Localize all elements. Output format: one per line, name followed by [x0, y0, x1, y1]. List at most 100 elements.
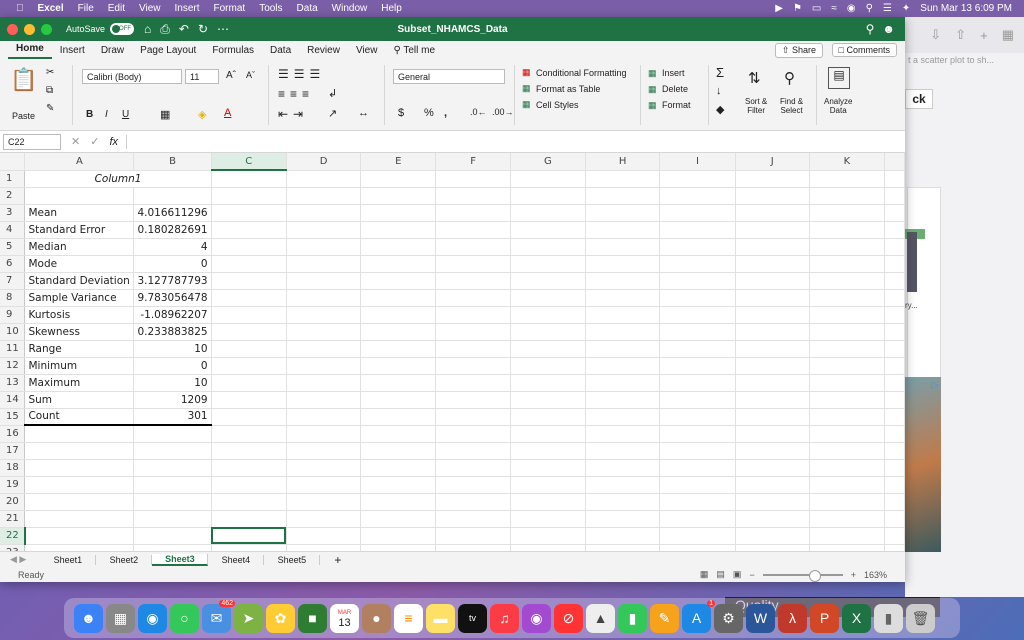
row-header[interactable]: 7	[0, 272, 26, 290]
zoom-out-icon[interactable]: −	[749, 570, 754, 580]
tab-data[interactable]: Data	[262, 45, 299, 59]
keynote-icon[interactable]: ▲	[586, 603, 615, 633]
photos-icon[interactable]: ✿	[266, 603, 295, 633]
launchpad-icon[interactable]: ▦	[106, 603, 135, 633]
find-select-button[interactable]: Find & Select	[780, 97, 803, 115]
menu-format[interactable]: Format	[214, 3, 246, 14]
fill-icon[interactable]: ↓	[716, 85, 722, 97]
row-header[interactable]: 11	[0, 340, 26, 358]
stat-value-cell[interactable]: 1209	[133, 391, 212, 409]
autosum-icon[interactable]: Σ	[716, 65, 724, 80]
more-icon[interactable]: ⋯	[217, 22, 229, 37]
underline-button[interactable]: U	[122, 109, 129, 120]
stat-label-cell[interactable]: Mean	[24, 204, 135, 222]
confirm-icon[interactable]: ✓	[90, 135, 99, 148]
flag-icon[interactable]: ⚑	[793, 3, 802, 14]
word-icon[interactable]: W	[746, 603, 775, 633]
stat-label-cell[interactable]: Minimum	[24, 357, 135, 375]
cancel-icon[interactable]: ✕	[71, 135, 80, 148]
row-header[interactable]: 10	[0, 323, 26, 341]
control-center-icon[interactable]: ☰	[883, 3, 892, 14]
tab-page-layout[interactable]: Page Layout	[132, 45, 204, 59]
row-header[interactable]: 9	[0, 306, 26, 324]
col-header-j[interactable]: J	[735, 153, 810, 171]
row-header[interactable]: 3	[0, 204, 26, 222]
stat-value-cell[interactable]: 0	[133, 357, 212, 375]
wifi-icon[interactable]: ≈	[831, 3, 837, 14]
row-header[interactable]: 20	[0, 493, 26, 511]
tv-icon[interactable]: tv	[458, 603, 487, 633]
decrease-decimal-icon[interactable]: .00→	[492, 107, 514, 117]
stat-value-cell[interactable]: 0.233883825	[133, 323, 212, 341]
wrap-text-icon[interactable]: ↲	[328, 87, 337, 100]
numbers-icon[interactable]: ▮	[618, 603, 647, 633]
stat-label-cell[interactable]: Kurtosis	[24, 306, 135, 324]
save-icon[interactable]: ⎙	[160, 22, 170, 37]
merge-icon[interactable]: ↔	[358, 107, 369, 119]
stat-value-cell[interactable]: 301	[133, 408, 212, 426]
stat-label-cell[interactable]: Maximum	[24, 374, 135, 392]
reminders-icon[interactable]: ≡	[394, 603, 423, 633]
cut-icon[interactable]: ✂	[46, 67, 54, 78]
calendar-icon[interactable]: MAR 13	[330, 603, 359, 633]
pages-icon[interactable]: ✎	[650, 603, 679, 633]
tab-home[interactable]: Home	[8, 43, 52, 59]
sheet-tab-1[interactable]: Sheet1	[40, 554, 97, 565]
decrease-font-icon[interactable]: Aˇ	[246, 70, 255, 80]
percent-icon[interactable]: %	[424, 107, 434, 119]
stat-label-cell[interactable]: Count	[24, 408, 135, 426]
italic-button[interactable]: I	[105, 109, 108, 120]
contacts-icon[interactable]: ●	[362, 603, 391, 633]
stat-value-cell[interactable]: 4.016611296	[133, 204, 212, 222]
row-header[interactable]: 1	[0, 170, 26, 188]
row-header[interactable]: 6	[0, 255, 26, 273]
row-header[interactable]: 16	[0, 425, 26, 443]
format-cells-icon[interactable]: ▦	[648, 100, 657, 111]
stat-label-cell[interactable]: Sample Variance	[24, 289, 135, 307]
sheet-tab-4[interactable]: Sheet4	[208, 554, 265, 565]
stat-value-cell[interactable]: -1.08962207	[133, 306, 212, 324]
menu-app-name[interactable]: Excel	[38, 3, 64, 14]
select-all-corner[interactable]	[0, 153, 26, 171]
autosave-toggle[interactable]: OFF	[110, 23, 135, 35]
insert-cells-icon[interactable]: ▦	[648, 68, 657, 79]
new-tab-icon[interactable]: +	[980, 28, 988, 43]
stat-value-cell[interactable]: 0.180282691	[133, 221, 212, 239]
row-header[interactable]: 21	[0, 510, 26, 528]
sheet-tab-5[interactable]: Sheet5	[264, 554, 321, 565]
download-icon[interactable]: ⇩	[930, 27, 941, 43]
system-preferences-icon[interactable]: ⚙	[714, 603, 743, 633]
orientation-icon[interactable]: ↗	[328, 107, 337, 120]
format-cells-button[interactable]: Format	[662, 100, 691, 110]
battery-icon[interactable]: ▭	[812, 3, 821, 14]
col-header-e[interactable]: E	[360, 153, 437, 171]
menu-edit[interactable]: Edit	[108, 3, 125, 14]
row-header[interactable]: 23	[0, 544, 26, 551]
row-header[interactable]: 5	[0, 238, 26, 256]
mail-icon[interactable]: ✉ 462	[202, 599, 235, 633]
tab-draw[interactable]: Draw	[93, 45, 132, 59]
play-icon[interactable]: ▶	[775, 3, 783, 14]
clear-icon[interactable]: ◆	[716, 103, 724, 116]
col-header-k[interactable]: K	[809, 153, 886, 171]
col-header-h[interactable]: H	[585, 153, 661, 171]
sort-filter-button[interactable]: Sort & Filter	[745, 97, 767, 115]
messages-icon[interactable]: ○	[170, 603, 199, 633]
number-format-select[interactable]: General	[393, 69, 505, 84]
trash-icon[interactable]: 🗑	[906, 603, 935, 633]
tabs-grid-icon[interactable]: ▦	[1002, 27, 1014, 43]
conditional-formatting-icon[interactable]: ▦	[522, 67, 531, 78]
zoom-in-icon[interactable]: +	[851, 570, 856, 580]
row-header[interactable]: 22	[0, 527, 26, 545]
horizontal-align-icons[interactable]: ≡≡≡	[278, 87, 314, 101]
stat-value-cell[interactable]: 9.783056478	[133, 289, 212, 307]
stat-label-cell[interactable]: Median	[24, 238, 135, 256]
row-header[interactable]: 8	[0, 289, 26, 307]
stat-label-cell[interactable]: Mode	[24, 255, 135, 273]
spotlight-icon[interactable]: ⚲	[866, 3, 873, 14]
sheet-tab-3[interactable]: Sheet3	[152, 553, 209, 566]
col-header-g[interactable]: G	[510, 153, 587, 171]
paste-icon[interactable]: 📋	[10, 67, 37, 93]
tab-formulas[interactable]: Formulas	[204, 45, 262, 59]
comma-icon[interactable]: ,	[444, 107, 447, 119]
